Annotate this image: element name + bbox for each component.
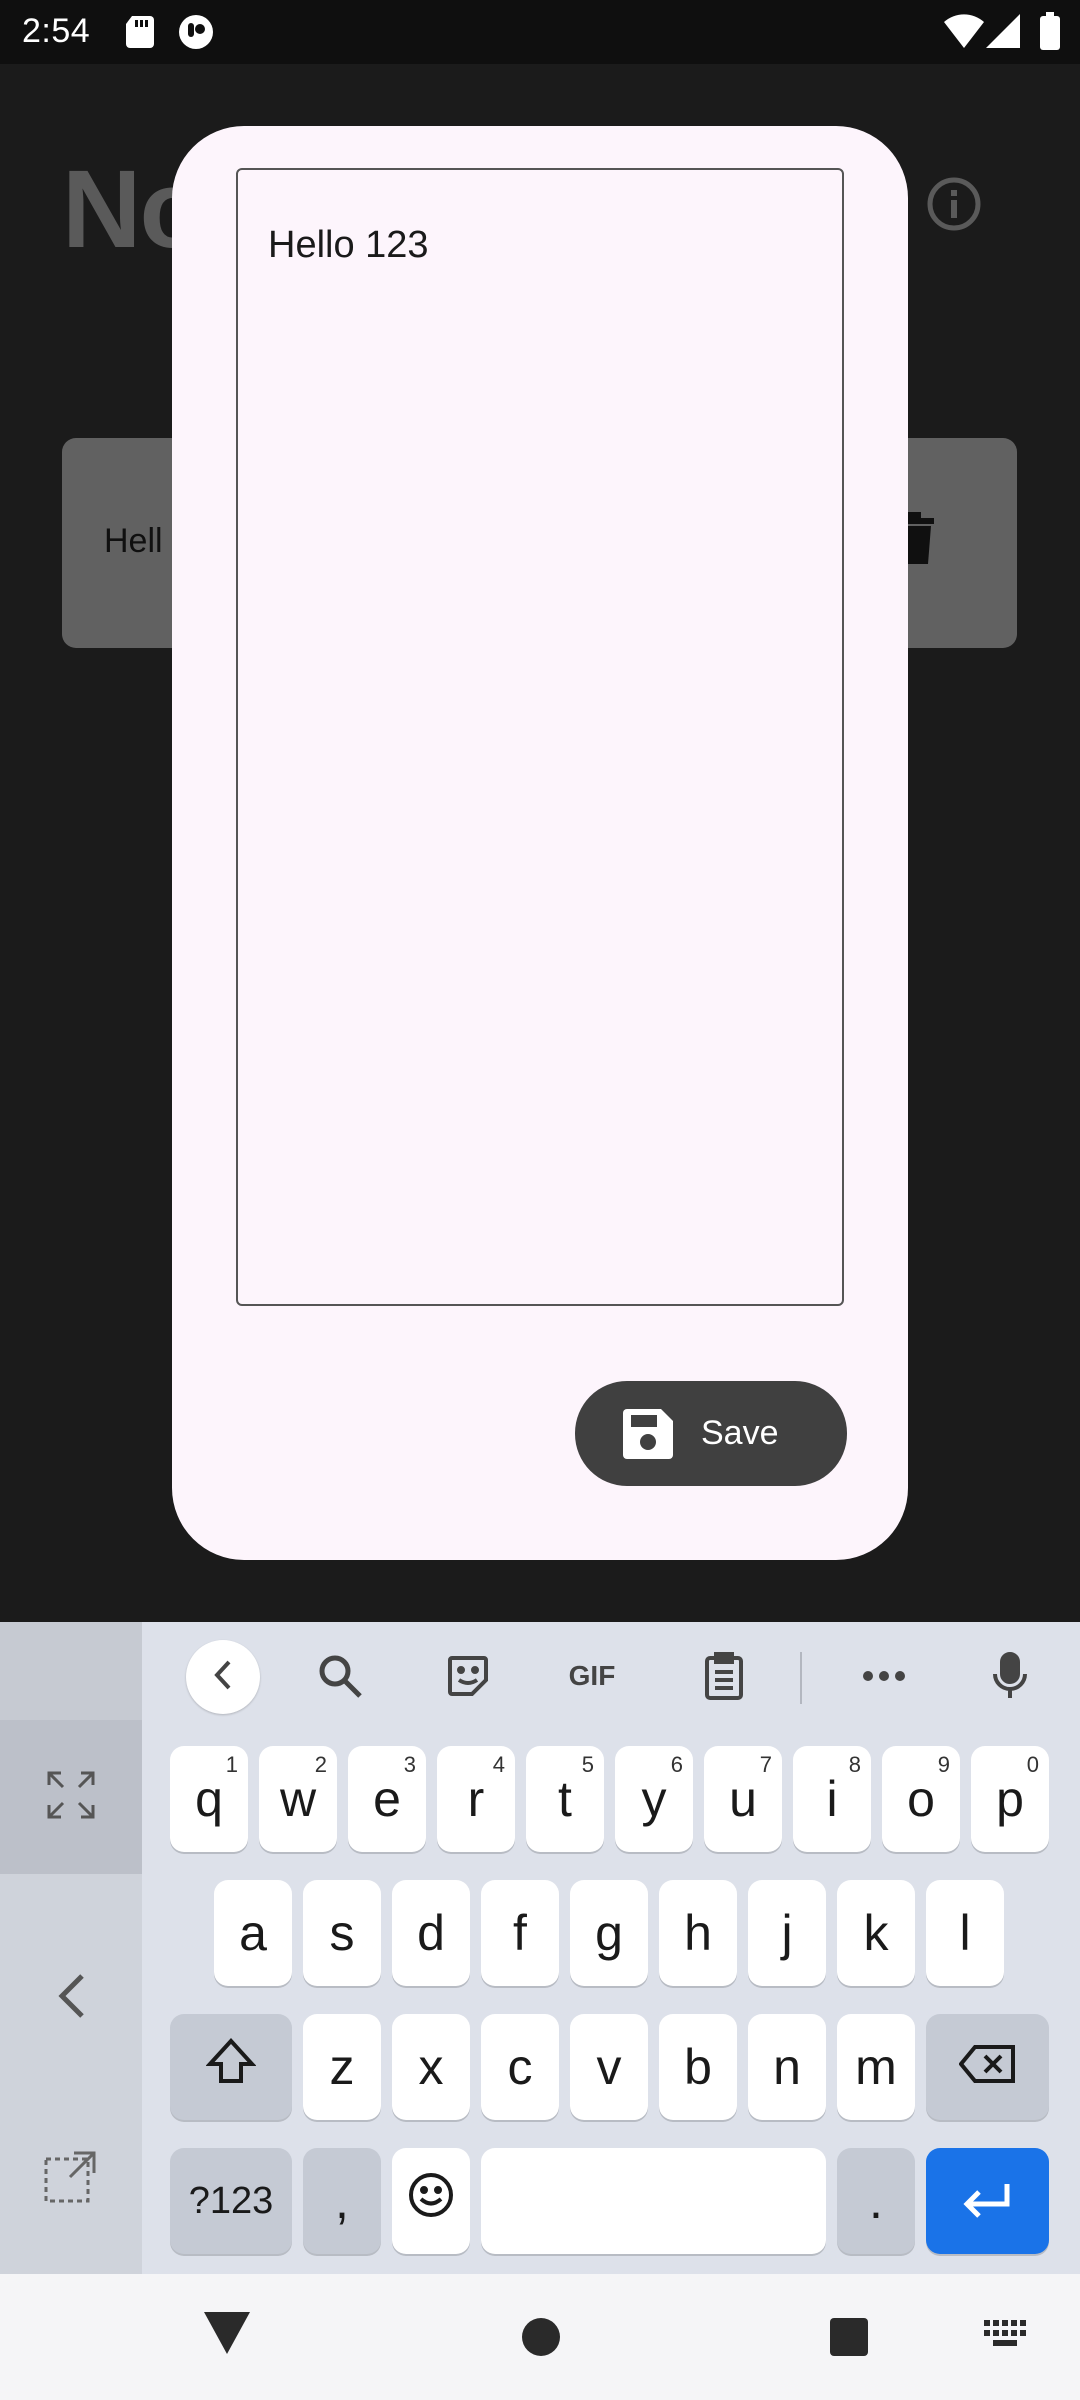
space-key[interactable] xyxy=(481,2148,826,2254)
wifi-icon xyxy=(944,14,984,53)
soft-keyboard: GIF q1 w2 e3 r4 t5 y6 u7 i8 o9 p0 a s d … xyxy=(0,1622,1080,2274)
chevron-left-icon xyxy=(213,1659,233,1696)
expand-keyboard-button[interactable] xyxy=(0,1720,142,1874)
key-c[interactable]: c xyxy=(481,2014,559,2120)
more-icon[interactable] xyxy=(852,1644,916,1708)
key-a[interactable]: a xyxy=(214,1880,292,1986)
save-label: Save xyxy=(701,1414,779,1452)
keyboard-switch-icon[interactable] xyxy=(984,2320,1028,2355)
gif-button[interactable]: GIF xyxy=(556,1644,628,1708)
key-z[interactable]: z xyxy=(303,2014,381,2120)
chevron-left-icon xyxy=(56,1972,86,2025)
collapse-panel-button[interactable] xyxy=(0,1922,142,2074)
key-q[interactable]: q1 xyxy=(170,1746,248,1852)
key-m[interactable]: m xyxy=(837,2014,915,2120)
nav-back-icon[interactable] xyxy=(204,2312,250,2359)
battery-icon xyxy=(1040,12,1060,55)
key-g[interactable]: g xyxy=(570,1880,648,1986)
microphone-icon[interactable] xyxy=(978,1644,1042,1708)
enter-icon xyxy=(962,2172,1013,2230)
nav-home-icon[interactable] xyxy=(522,2318,560,2356)
symbols-key[interactable]: ?123 xyxy=(170,2148,292,2254)
key-p[interactable]: p0 xyxy=(971,1746,1049,1852)
key-k[interactable]: k xyxy=(837,1880,915,1986)
key-l[interactable]: l xyxy=(926,1880,1004,1986)
info-icon[interactable] xyxy=(926,176,982,237)
key-y[interactable]: y6 xyxy=(615,1746,693,1852)
comma-key[interactable]: , xyxy=(303,2148,381,2254)
key-r[interactable]: r4 xyxy=(437,1746,515,1852)
shift-key[interactable] xyxy=(170,2014,292,2120)
period-key[interactable]: . xyxy=(837,2148,915,2254)
status-bar: 2:54 xyxy=(0,0,1080,64)
note-text-value: Hello 123 xyxy=(268,224,429,266)
enter-key[interactable] xyxy=(926,2148,1049,2254)
note-card-text: Hell xyxy=(104,522,163,560)
key-i[interactable]: i8 xyxy=(793,1746,871,1852)
navigation-bar xyxy=(0,2274,1080,2400)
key-n[interactable]: n xyxy=(748,2014,826,2120)
nav-recents-icon[interactable] xyxy=(830,2318,868,2356)
signal-icon xyxy=(986,14,1020,53)
key-s[interactable]: s xyxy=(303,1880,381,1986)
shift-icon xyxy=(205,2038,257,2096)
key-v[interactable]: v xyxy=(570,2014,648,2120)
app-notification-icon xyxy=(178,14,214,55)
save-icon xyxy=(623,1408,673,1459)
key-h[interactable]: h xyxy=(659,1880,737,1986)
note-text-field[interactable]: Hello 123 xyxy=(236,168,844,1306)
search-icon[interactable] xyxy=(308,1644,372,1708)
emoji-key[interactable] xyxy=(392,2148,470,2254)
key-d[interactable]: d xyxy=(392,1880,470,1986)
key-b[interactable]: b xyxy=(659,2014,737,2120)
key-e[interactable]: e3 xyxy=(348,1746,426,1852)
edit-note-dialog: Hello 123 Save xyxy=(172,126,908,1560)
toolbar-divider xyxy=(800,1652,802,1704)
keyboard-side-panel xyxy=(0,1622,142,2274)
backspace-key[interactable] xyxy=(926,2014,1049,2120)
popout-icon xyxy=(44,2149,98,2208)
status-time: 2:54 xyxy=(22,12,91,50)
toolbar-back-button[interactable] xyxy=(186,1640,260,1714)
key-t[interactable]: t5 xyxy=(526,1746,604,1852)
key-f[interactable]: f xyxy=(481,1880,559,1986)
clipboard-icon[interactable] xyxy=(692,1644,756,1708)
key-u[interactable]: u7 xyxy=(704,1746,782,1852)
key-j[interactable]: j xyxy=(748,1880,826,1986)
sticker-icon[interactable] xyxy=(436,1644,500,1708)
key-x[interactable]: x xyxy=(392,2014,470,2120)
backspace-icon xyxy=(957,2038,1017,2096)
floating-keyboard-button[interactable] xyxy=(0,2102,142,2254)
emoji-icon xyxy=(408,2172,454,2230)
expand-icon xyxy=(47,1771,95,1824)
key-w[interactable]: w2 xyxy=(259,1746,337,1852)
key-o[interactable]: o9 xyxy=(882,1746,960,1852)
save-button[interactable]: Save xyxy=(575,1381,847,1486)
sd-card-icon xyxy=(126,16,154,53)
